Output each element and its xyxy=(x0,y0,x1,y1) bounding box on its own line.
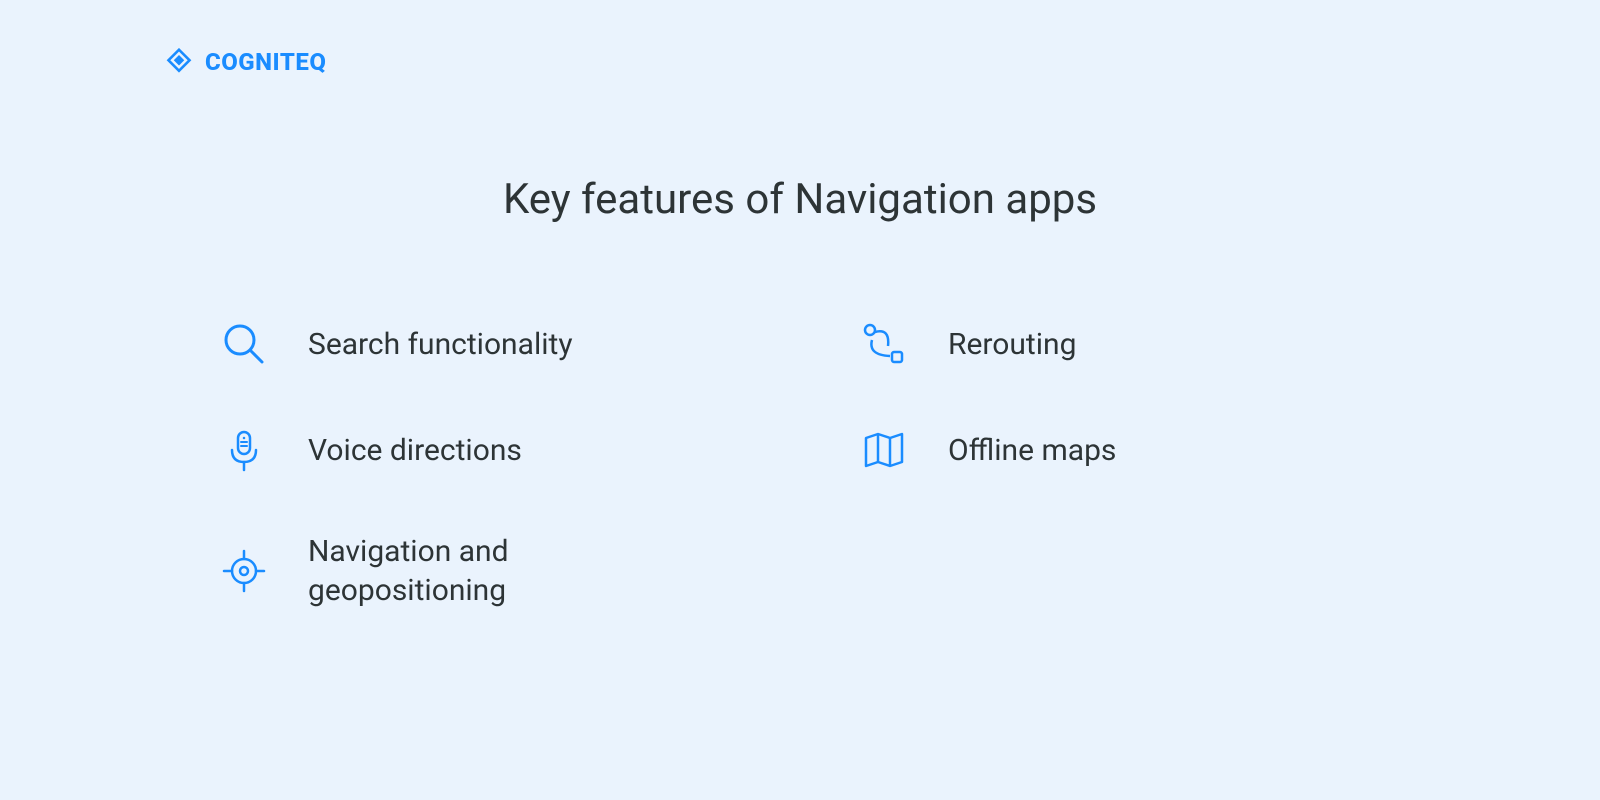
feature-label: Navigation and geopositioning xyxy=(308,532,628,610)
search-icon xyxy=(220,320,268,368)
page-title: Key features of Navigation apps xyxy=(503,175,1097,224)
feature-voice: Voice directions xyxy=(220,426,850,474)
logo-text: COGNITEQ xyxy=(205,48,326,76)
feature-label: Offline maps xyxy=(948,431,1116,470)
map-icon xyxy=(860,426,908,474)
feature-navigation: Navigation and geopositioning xyxy=(220,532,850,610)
feature-label: Search functionality xyxy=(308,325,573,364)
feature-label: Voice directions xyxy=(308,431,522,470)
brand-logo: COGNITEQ xyxy=(165,48,326,76)
crosshair-icon xyxy=(220,547,268,595)
feature-search: Search functionality xyxy=(220,320,850,368)
features-list: Search functionality Rerouting Voice dir xyxy=(220,320,1360,610)
logo-icon xyxy=(165,48,193,76)
feature-rerouting: Rerouting xyxy=(860,320,1360,368)
rerouting-icon xyxy=(860,320,908,368)
microphone-icon xyxy=(220,426,268,474)
feature-label: Rerouting xyxy=(948,325,1076,364)
feature-offline: Offline maps xyxy=(860,426,1360,474)
